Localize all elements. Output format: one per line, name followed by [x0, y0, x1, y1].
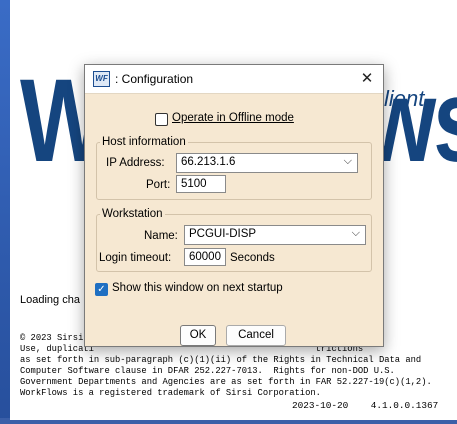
login-timeout-label: Login timeout: [99, 252, 172, 264]
loading-text: Loading cha [20, 294, 80, 306]
title-bar[interactable]: WF : Configuration ✕ [85, 65, 383, 94]
host-info-label: Host information [100, 136, 188, 148]
brand-client-text: lient [384, 86, 425, 111]
offline-mode-label[interactable]: Operate in Offline mode [172, 112, 294, 124]
ip-address-label: IP Address: [106, 157, 165, 169]
configuration-dialog: WF : Configuration ✕ Operate in Offline … [84, 64, 384, 347]
show-on-startup-label[interactable]: Show this window on next startup [112, 282, 283, 294]
build-date: 2023-10-20 [292, 400, 349, 411]
dialog-title: : Configuration [115, 72, 194, 86]
workstation-label: Workstation [100, 208, 165, 220]
chevron-down-icon[interactable]: ⌵ [352, 227, 360, 240]
offline-mode-checkbox[interactable] [155, 113, 168, 126]
ip-address-combobox[interactable]: 66.213.1.6 ⌵ [176, 153, 358, 173]
legal-line: WorkFlows is a registered trademark of S… [20, 388, 321, 399]
port-label: Port: [146, 179, 171, 191]
ip-address-value: 66.213.1.6 [181, 156, 236, 168]
show-on-startup-checkbox[interactable]: ✓ [95, 283, 108, 296]
workstation-name-value: PCGUI-DISP [189, 228, 257, 240]
name-label: Name: [144, 230, 178, 242]
close-button[interactable]: ✕ [351, 65, 383, 93]
chevron-down-icon[interactable]: ⌵ [344, 155, 352, 168]
workflows-app-icon: WF [93, 71, 110, 87]
workstation-name-combobox[interactable]: PCGUI-DISP ⌵ [184, 225, 366, 245]
port-input[interactable]: 5100 [176, 175, 226, 193]
build-info: 2023-10-20 4.1.0.0.1367 [292, 400, 438, 411]
build-version: 4.1.0.0.1367 [370, 400, 439, 411]
cancel-button[interactable]: Cancel [226, 325, 286, 346]
legal-line: Computer Software clause in DFAR 252.227… [20, 366, 395, 377]
seconds-unit-label: Seconds [230, 252, 275, 264]
legal-line: as set forth in sub-paragraph (c)(1)(ii)… [20, 355, 422, 366]
ok-button[interactable]: OK [180, 325, 216, 346]
legal-line: Government Departments and Agencies are … [20, 377, 432, 388]
login-timeout-input[interactable]: 60000 [184, 248, 226, 266]
